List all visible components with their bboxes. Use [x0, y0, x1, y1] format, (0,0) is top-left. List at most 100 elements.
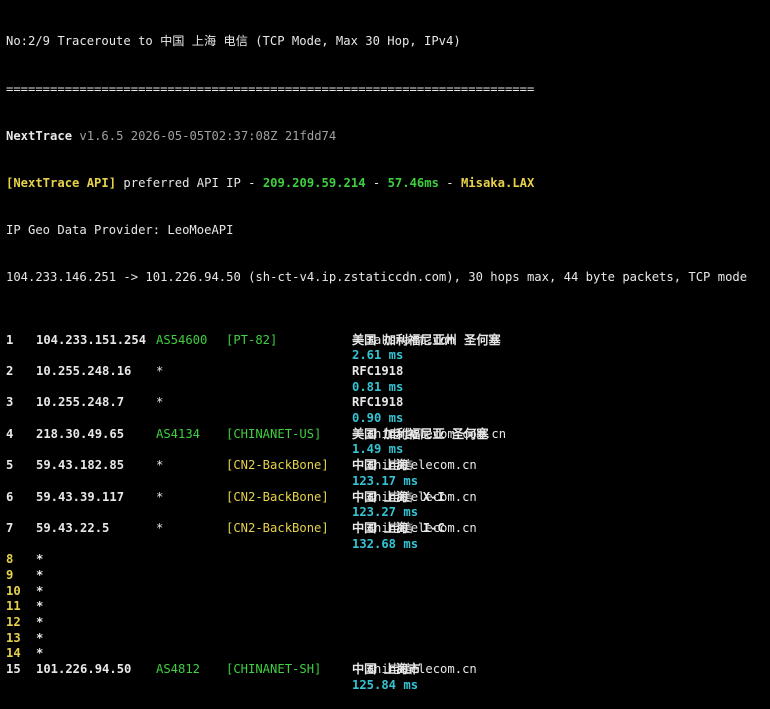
hop-row: 2 10.255.248.16 * RFC1918 [6, 364, 770, 380]
hop-geo: 美国 加利福尼亚 圣何塞 chinatelecom.com.cn 电信 [352, 427, 506, 443]
hop-latency: 123.27 ms [352, 505, 419, 520]
hop-tag: [CHINANET-SH] [226, 662, 322, 677]
hop-number: 10 [6, 583, 21, 598]
hop-number: 13 [6, 630, 21, 645]
api-ip: 209.209.59.214 [262, 175, 366, 190]
hop-ip: 218.30.49.65 [36, 426, 125, 441]
hop-latency: 1.49 ms [352, 442, 404, 457]
separator: ========================================… [6, 81, 535, 96]
hop-domain: chinatelecom.cn [366, 520, 477, 535]
hop-tag: [CN2-BackBone] [226, 489, 329, 504]
hop-latency: 125.84 ms [352, 677, 419, 692]
hop-number: 6 [6, 489, 14, 504]
hop-ip: 59.43.39.117 [36, 489, 125, 504]
api-latency: 57.46ms [387, 175, 439, 190]
hop-row-timeout: 9 * [6, 568, 770, 584]
hop-domain: chinatelecom.cn [366, 458, 477, 473]
hop-location: RFC1918 [352, 395, 404, 410]
hop-asn: AS54600 [156, 332, 208, 347]
api-tag: [NextTrace API] [6, 175, 117, 190]
timeout-mark: * [36, 630, 44, 645]
hop-time-row: 2.61 ms [6, 348, 770, 364]
hop-number: 2 [6, 364, 14, 379]
hop-tag: [CN2-BackBone] [226, 520, 329, 535]
timeout-mark: * [36, 599, 44, 614]
api-node: Misaka.LAX [460, 175, 535, 190]
hop-asn: AS4812 [156, 662, 201, 677]
app-version: v1.6.5 2026-05-05T02:37:08Z 21fdd74 [79, 128, 337, 143]
hop-number: 5 [6, 458, 14, 473]
api-text: preferred API IP - [116, 175, 263, 190]
hop-latency: 132.68 ms [352, 536, 419, 551]
hop-row-timeout: 11 * [6, 599, 770, 615]
hop-number: 9 [6, 567, 14, 582]
hop-tag: [PT-82] [226, 332, 278, 347]
hop-time-row: 1.49 ms [6, 442, 770, 458]
hop-row-timeout: 13 * [6, 631, 770, 647]
hop-latency: 0.81 ms [352, 379, 404, 394]
hop-ip: 101.226.94.50 [36, 662, 132, 677]
hop-number: 12 [6, 615, 21, 630]
hop-ip: 104.233.151.254 [36, 332, 147, 347]
terminal-window[interactable]: No:2/9 Traceroute to 中国 上海 电信 (TCP Mode,… [0, 0, 770, 692]
hop-time-row: 123.17 ms [6, 474, 770, 490]
hop-isp: 电信 [388, 489, 414, 504]
hop-location: RFC1918 [352, 364, 404, 379]
timeout-mark: * [36, 567, 44, 582]
hop-number: 7 [6, 520, 14, 535]
trace-title: No:2/9 Traceroute to 中国 上海 电信 (TCP Mode,… [6, 34, 461, 49]
api-line: [NextTrace API] preferred API IP - 209.2… [6, 176, 770, 192]
hop-latency: 2.61 ms [352, 348, 404, 363]
timeout-mark: * [36, 583, 44, 598]
hop-row: 5 59.43.182.85 * [CN2-BackBone] 中国 上海 chinat… [6, 458, 770, 474]
app-info-line: NextTrace v1.6.5 2026-05-05T02:37:08Z 21… [6, 129, 770, 145]
hop-list: 1 104.233.151.254 AS54600 [PT-82] 美国 加利福尼亚州 … [6, 333, 770, 694]
hop-latency: 0.90 ms [352, 411, 404, 426]
hop-time-row: 123.27 ms [6, 505, 770, 521]
hop-number: 3 [6, 395, 14, 410]
app-name: NextTrace [6, 128, 73, 143]
hop-number: 8 [6, 552, 14, 567]
hop-asn: * [156, 489, 164, 504]
hop-ip: 10.255.248.16 [36, 364, 132, 379]
hop-asn: * [156, 395, 164, 410]
hop-row-timeout: 12 * [6, 615, 770, 631]
hop-domain: chinatelecom.com.cn [366, 426, 507, 441]
route-line: 104.233.146.251 -> 101.226.94.50 (sh-ct-… [6, 269, 748, 284]
hop-time-row: 132.68 ms [6, 537, 770, 553]
hop-time-row: 125.84 ms [6, 678, 770, 694]
hop-ip: 59.43.182.85 [36, 458, 125, 473]
hop-geo: 中国 上海 I-C chinatelecom.cn 电信 [352, 521, 477, 537]
hop-isp: 电信 [388, 458, 414, 473]
hop-row: 4 218.30.49.65 AS4134 [CHINANET-US] 美国 加利福尼亚… [6, 427, 770, 443]
hop-row: 3 10.255.248.7 * RFC1918 [6, 395, 770, 411]
hop-asn: * [156, 520, 164, 535]
hop-geo: 中国 上海 chinatelecom.cn 电信 [352, 458, 477, 474]
hop-row-timeout: 10 * [6, 584, 770, 600]
api-dash-1: - [365, 175, 388, 190]
hop-time-row: 0.81 ms [6, 380, 770, 396]
geo-provider: IP Geo Data Provider: LeoMoeAPI [6, 222, 234, 237]
timeout-mark: * [36, 646, 44, 661]
api-dash-2: - [438, 175, 461, 190]
hop-time-row: 0.90 ms [6, 411, 770, 427]
hop-number: 4 [6, 426, 14, 441]
hop-domain: chinatelecom.cn [366, 662, 477, 677]
hop-row: 1 104.233.151.254 AS54600 [PT-82] 美国 加利福尼亚州 … [6, 333, 770, 349]
hop-number: 14 [6, 646, 21, 661]
hop-asn: * [156, 458, 164, 473]
hop-isp: 电信 [388, 426, 414, 441]
hop-number: 11 [6, 599, 21, 614]
hop-isp: 电信 [388, 520, 414, 535]
hop-asn: * [156, 364, 164, 379]
hop-geo: 中国 上海 X-I chinatelecom.cn 电信 [352, 490, 477, 506]
hop-geo: 中国 上海市 chinatelecom.cn 电信 [352, 662, 477, 678]
hop-ip: 10.255.248.7 [36, 395, 125, 410]
hop-row: 15 101.226.94.50 AS4812 [CHINANET-SH] 中国 上海市… [6, 662, 770, 678]
hop-row-timeout: 8 * [6, 552, 770, 568]
hop-isp: 电信 [388, 662, 414, 677]
hop-asn: AS4134 [156, 426, 201, 441]
hop-number: 15 [6, 662, 21, 677]
hop-latency: 123.17 ms [352, 473, 419, 488]
hop-domain: raksmart.com [366, 332, 455, 347]
